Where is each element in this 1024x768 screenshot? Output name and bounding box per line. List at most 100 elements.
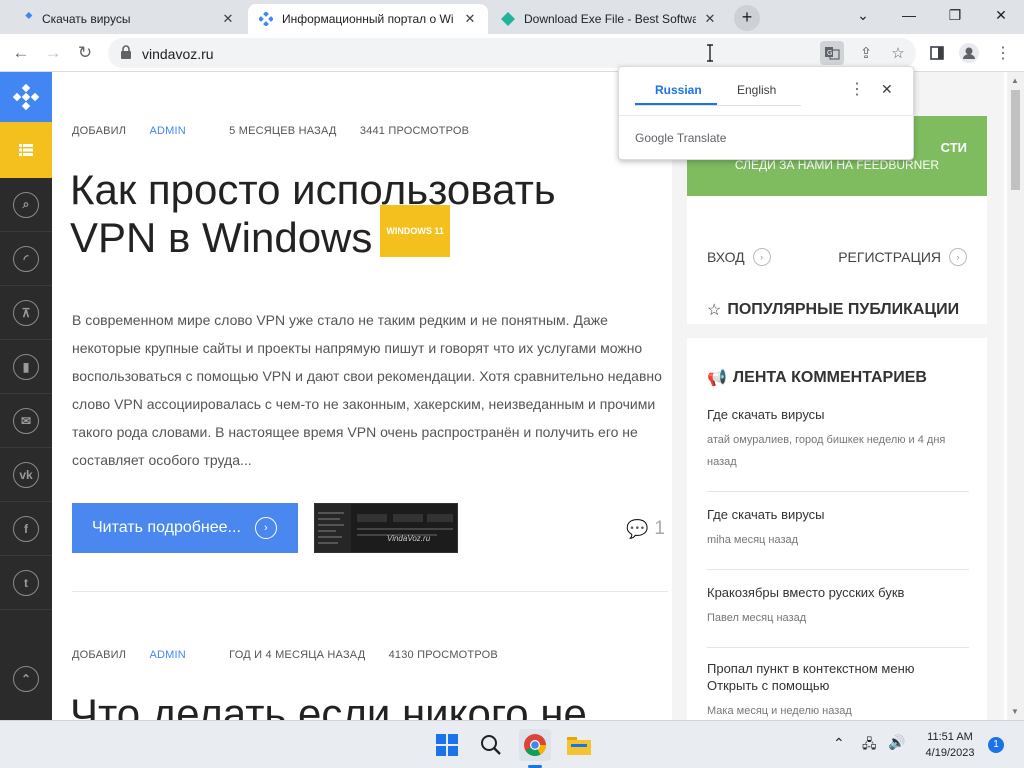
- post-title-line1[interactable]: Как просто использовать: [70, 166, 556, 214]
- tab-2[interactable]: Информационный портал о Wi ✕: [248, 4, 488, 34]
- tab-3-close-icon[interactable]: ✕: [702, 11, 718, 27]
- login-link[interactable]: ВХОД ›: [707, 248, 771, 266]
- tab-underline: [635, 105, 801, 106]
- text-cursor-icon: [707, 44, 713, 62]
- vk-icon: vk: [13, 461, 39, 488]
- url-text[interactable]: vindavoz.ru: [142, 46, 214, 62]
- file-explorer-icon[interactable]: [563, 729, 595, 761]
- notification-badge[interactable]: 1: [988, 737, 1004, 753]
- forward-icon[interactable]: →: [40, 40, 66, 66]
- comments-feed-title: 📢 ЛЕНТА КОММЕНТАРИЕВ: [707, 368, 927, 388]
- auth-widget: ВХОД › РЕГИСТРАЦИЯ › ☆ ПОПУЛЯРНЫЕ ПУБЛИКАЦ…: [687, 196, 987, 324]
- translate-popup: Russian English ⋮ ✕ Google Translate: [618, 66, 915, 160]
- post-meta: ДОБАВИЛ ADMIN ГОД И 4 МЕСЯЦА НАЗАД 4130 …: [72, 649, 518, 661]
- comment-title[interactable]: Кракозябры вместо русских букв: [707, 584, 969, 601]
- comments-number: 1: [654, 518, 665, 539]
- language-tab-english[interactable]: English: [737, 83, 776, 97]
- main-content: ДОБАВИЛ ADMIN 5 МЕСЯЦЕВ НАЗАД 3441 ПРОСМ…: [52, 72, 672, 720]
- scroll-up-icon[interactable]: ▲: [1011, 76, 1019, 85]
- sidebar-twitter[interactable]: t: [0, 556, 52, 610]
- new-tab-button[interactable]: +: [734, 5, 760, 31]
- post-title-line2[interactable]: VPN в Windows: [70, 214, 372, 261]
- comment-item[interactable]: Кракозябры вместо русских букв Павел мес…: [707, 584, 969, 629]
- tab-1[interactable]: Скачать вирусы ✕: [8, 4, 246, 34]
- arrow-right-icon: ›: [949, 248, 967, 266]
- meta-prefix: ДОБАВИЛ: [72, 125, 130, 137]
- comment-title[interactable]: Пропал пункт в контекстном меню Открыть …: [707, 660, 969, 694]
- post-title[interactable]: Как просто использовать VPN в Windows WIN…: [70, 166, 556, 267]
- volume-icon[interactable]: 🔊: [888, 734, 905, 751]
- menu-icon[interactable]: [0, 122, 52, 178]
- site-logo[interactable]: [0, 72, 52, 122]
- sidebar-bookmark[interactable]: ▮: [0, 340, 52, 394]
- read-more-button[interactable]: Читать подробнее... ›: [72, 503, 298, 553]
- menu-kebab-icon[interactable]: ⋮: [990, 40, 1016, 66]
- comment-item[interactable]: Где скачать вирусы miha месяц назад: [707, 506, 969, 551]
- sidebar-sitemap[interactable]: ⊼: [0, 286, 52, 340]
- author-link[interactable]: ADMIN: [149, 125, 185, 137]
- maximize-icon[interactable]: ❐: [932, 0, 978, 32]
- back-icon[interactable]: ←: [8, 40, 34, 66]
- sidebar-up[interactable]: ⌃: [0, 652, 52, 706]
- read-more-label: Читать подробнее...: [92, 519, 241, 536]
- scroll-down-icon[interactable]: ▼: [1011, 707, 1019, 716]
- popular-title: ☆ ПОПУЛЯРНЫЕ ПУБЛИКАЦИИ: [707, 300, 959, 320]
- subscribe-subtitle: СЛЕДИ ЗА НАМИ НА FEEDBURNER: [734, 158, 939, 172]
- more-options-icon[interactable]: ⋮: [849, 79, 865, 99]
- sidebar-rss[interactable]: ◜: [0, 232, 52, 286]
- share-icon[interactable]: ⇪: [854, 41, 878, 65]
- comment-meta: атай омуралиев, город бишкек неделю и 4 …: [707, 434, 946, 468]
- restore-down-icon[interactable]: —: [886, 0, 932, 32]
- scrollbar-thumb[interactable]: [1011, 90, 1020, 190]
- tab-1-close-icon[interactable]: ✕: [220, 11, 236, 27]
- thumbnail-image: [315, 504, 457, 552]
- comment-meta: Павел месяц назад: [707, 612, 807, 624]
- svg-text:G: G: [827, 50, 832, 57]
- system-clock[interactable]: 11:51 AM 4/19/2023: [912, 729, 988, 761]
- star-icon: ☆: [707, 302, 722, 319]
- comments-count[interactable]: 💬 1: [626, 518, 665, 540]
- bookmark-star-icon[interactable]: ☆: [886, 41, 910, 65]
- comment-title[interactable]: Где скачать вирусы: [707, 406, 969, 423]
- comment-item[interactable]: Где скачать вирусы атай омуралиев, город…: [707, 406, 969, 473]
- tag-badge[interactable]: WINDOWS 11: [380, 204, 450, 257]
- up-icon: ⌃: [13, 666, 39, 692]
- meta-prefix: ДОБАВИЛ: [72, 649, 130, 661]
- network-icon[interactable]: 🖧: [862, 735, 877, 757]
- chrome-icon[interactable]: [519, 729, 551, 761]
- search-icon[interactable]: [475, 729, 507, 761]
- language-tab-russian[interactable]: Russian: [655, 83, 702, 97]
- comment-title[interactable]: Где скачать вирусы: [707, 506, 969, 523]
- sidebar-vk[interactable]: vk: [0, 448, 52, 502]
- register-link[interactable]: РЕГИСТРАЦИЯ ›: [838, 248, 967, 266]
- post-title[interactable]: Что делать если никого не: [70, 690, 587, 720]
- comment-divider: [707, 647, 969, 648]
- tab-2-title: Информационный портал о Wi: [282, 12, 454, 26]
- brand-translate: Translate: [673, 131, 727, 145]
- side-panel-icon[interactable]: [924, 40, 950, 66]
- sidebar-search[interactable]: ⌕: [0, 178, 52, 232]
- author-link[interactable]: ADMIN: [149, 649, 185, 661]
- rss-icon: ◜: [13, 245, 39, 272]
- lock-icon[interactable]: [120, 45, 134, 61]
- sidebar-facebook[interactable]: f: [0, 502, 52, 556]
- reload-icon[interactable]: ↻: [72, 40, 98, 66]
- tab-2-close-icon[interactable]: ✕: [462, 11, 478, 27]
- comment-item[interactable]: Пропал пункт в контекстном меню Открыть …: [707, 660, 969, 720]
- page-scrollbar[interactable]: ▲ ▼: [1007, 72, 1024, 720]
- profile-icon[interactable]: [956, 40, 982, 66]
- close-window-icon[interactable]: ✕: [978, 0, 1024, 32]
- post-excerpt: В современном мире слово VPN уже стало н…: [72, 312, 662, 468]
- close-popup-icon[interactable]: ✕: [881, 81, 893, 98]
- windows-start-icon[interactable]: [431, 729, 463, 761]
- chevron-up-icon[interactable]: ⌃: [833, 735, 845, 752]
- post-thumbnail[interactable]: VindaVoz.ru: [314, 503, 458, 553]
- minimize-icon[interactable]: ⌄: [840, 0, 886, 32]
- address-bar[interactable]: vindavoz.ru G ⇪ ☆: [108, 38, 916, 68]
- sidebar-mail[interactable]: ✉: [0, 394, 52, 448]
- twitter-icon: t: [13, 569, 39, 596]
- translate-icon[interactable]: G: [820, 41, 844, 65]
- tab-1-title: Скачать вирусы: [42, 12, 131, 26]
- tab-3[interactable]: Download Exe File - Best Softwa ✕: [490, 4, 728, 34]
- active-tab-indicator: [635, 103, 717, 105]
